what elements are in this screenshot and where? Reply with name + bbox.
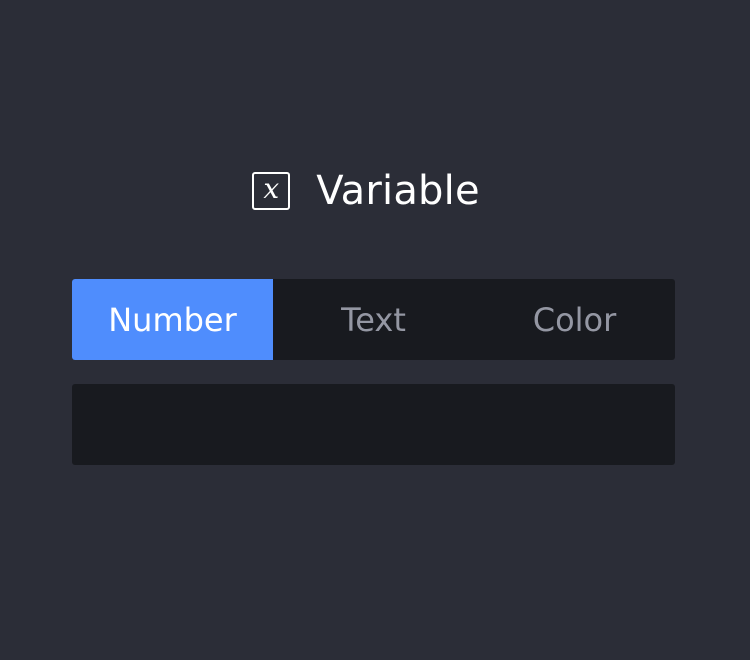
- tab-text[interactable]: Text: [273, 279, 474, 360]
- variable-value-input[interactable]: [72, 384, 675, 465]
- dialog-header: x Variable: [0, 165, 750, 217]
- tab-number[interactable]: Number: [72, 279, 273, 360]
- tab-color[interactable]: Color: [474, 279, 675, 360]
- dialog-title: Variable: [316, 168, 480, 214]
- variable-type-tabs: Number Text Color: [72, 279, 675, 360]
- variable-x-icon: x: [252, 172, 291, 210]
- variable-x-glyph: x: [263, 172, 280, 205]
